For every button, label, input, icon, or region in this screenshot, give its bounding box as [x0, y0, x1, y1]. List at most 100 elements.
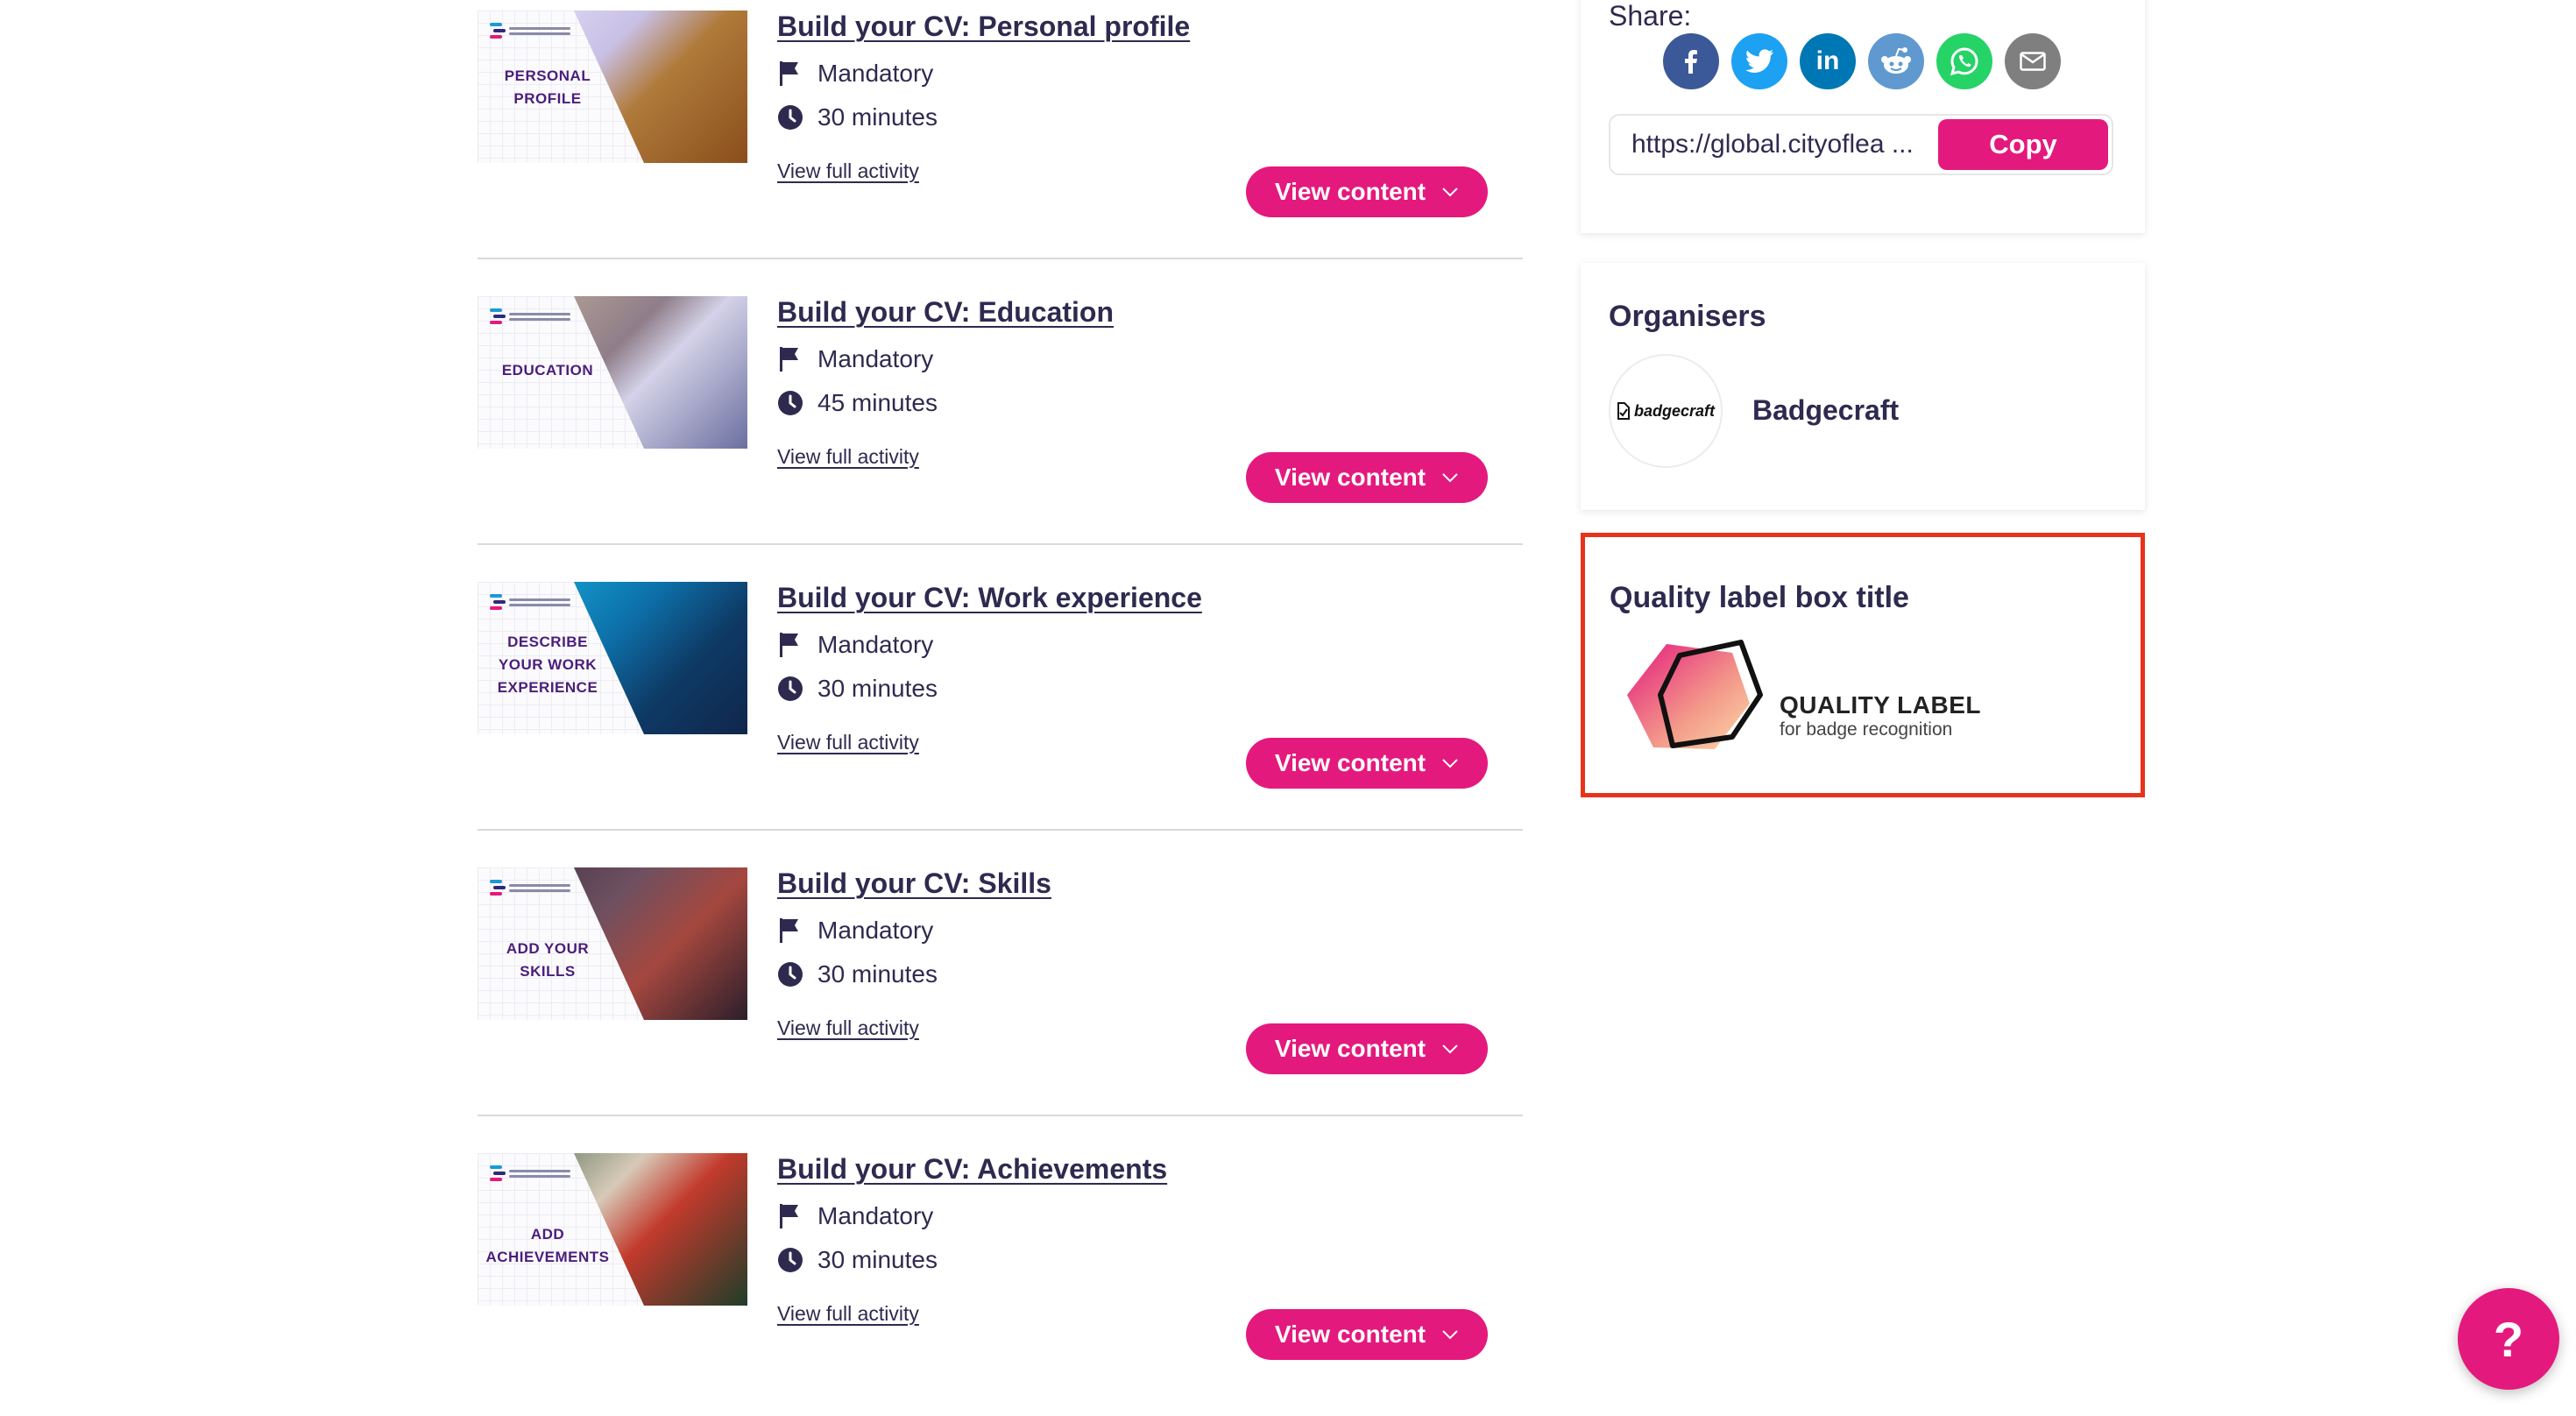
clock-icon	[777, 390, 803, 416]
requirement-text: Mandatory	[817, 60, 934, 87]
share-label: Share:	[1609, 0, 1692, 32]
reddit-icon[interactable]	[1868, 33, 1924, 89]
thumbnail-caption: EDUCATION	[478, 359, 618, 382]
view-content-label: View content	[1274, 178, 1426, 205]
caption-line: EXPERIENCE	[497, 679, 598, 696]
requirement-text: Mandatory	[817, 345, 934, 372]
activity-title-link[interactable]: Build your CV: Skills	[777, 867, 1051, 900]
view-content-label: View content	[1274, 464, 1426, 491]
quality-label-sub: for badge recognition	[1780, 719, 1953, 740]
brand-mark-icon	[490, 1164, 570, 1183]
flag-icon	[777, 60, 803, 87]
requirement-text: Mandatory	[817, 631, 934, 658]
chevron-down-icon	[1442, 1330, 1458, 1340]
brand-mark-icon	[490, 307, 570, 326]
activity-thumbnail: DESCRIBE YOUR WORK EXPERIENCE	[478, 582, 747, 734]
activity-thumbnail: EDUCATION	[478, 296, 747, 449]
organisers-title: Organisers	[1609, 300, 1766, 333]
email-icon[interactable]	[2005, 33, 2061, 89]
duration-row: 30 minutes	[777, 1246, 938, 1274]
view-content-button[interactable]: View content	[1246, 738, 1488, 789]
flag-icon	[777, 346, 803, 372]
thumbnail-caption: DESCRIBE YOUR WORK EXPERIENCE	[478, 631, 618, 699]
organiser-logo[interactable]: badgecraft	[1609, 354, 1723, 468]
quality-label-logo-icon	[1627, 640, 1763, 749]
view-content-button[interactable]: View content	[1246, 1309, 1488, 1360]
caption-line: ADD	[530, 1226, 565, 1243]
share-url-box: https://global.cityoflea ... Copy	[1609, 114, 2113, 175]
organiser-logo-text: badgecraft	[1633, 401, 1716, 420]
help-button[interactable]: ?	[2458, 1288, 2559, 1390]
requirement-text: Mandatory	[817, 917, 934, 944]
duration-text: 30 minutes	[817, 103, 938, 131]
duration-text: 30 minutes	[817, 675, 938, 702]
quality-label-main: QUALITY LABEL	[1780, 691, 1981, 719]
view-content-button[interactable]: View content	[1246, 1023, 1488, 1074]
activity-thumbnail: PERSONAL PROFILE	[478, 11, 747, 163]
view-content-button[interactable]: View content	[1246, 452, 1488, 503]
requirement-row: Mandatory	[777, 631, 933, 659]
clock-icon	[777, 1247, 803, 1273]
copy-button[interactable]: Copy	[1938, 119, 2108, 170]
activity-item: DESCRIBE YOUR WORK EXPERIENCE Build your…	[478, 545, 1523, 831]
activity-list: PERSONAL PROFILE Build your CV: Personal…	[478, 0, 1523, 1402]
organiser-name[interactable]: Badgecraft	[1752, 394, 1899, 427]
twitter-icon[interactable]	[1731, 33, 1787, 89]
facebook-icon[interactable]	[1663, 33, 1719, 89]
activity-item: EDUCATION Build your CV: Education Manda…	[478, 259, 1523, 545]
whatsapp-icon[interactable]	[1936, 33, 1992, 89]
activity-title-link[interactable]: Build your CV: Personal profile	[777, 11, 1190, 43]
view-content-button[interactable]: View content	[1246, 166, 1488, 217]
requirement-row: Mandatory	[777, 1202, 933, 1230]
caption-line: YOUR WORK	[498, 656, 598, 673]
chevron-down-icon	[1442, 1044, 1458, 1054]
duration-row: 30 minutes	[777, 103, 938, 131]
requirement-row: Mandatory	[777, 60, 933, 88]
chevron-down-icon	[1442, 759, 1458, 768]
caption-line: EDUCATION	[501, 362, 594, 379]
view-full-activity-link[interactable]: View full activity	[777, 1302, 919, 1326]
duration-text: 30 minutes	[817, 960, 938, 988]
social-share-icons: in	[1663, 33, 2061, 89]
caption-line: PROFILE	[513, 90, 582, 107]
duration-row: 45 minutes	[777, 389, 938, 417]
flag-icon	[777, 632, 803, 658]
chevron-down-icon	[1442, 188, 1458, 197]
quality-label-title: Quality label box title	[1610, 581, 1909, 614]
activity-thumbnail: ADD ACHIEVEMENTS	[478, 1153, 747, 1306]
duration-row: 30 minutes	[777, 675, 938, 703]
caption-line: ADD YOUR	[506, 940, 590, 957]
view-full-activity-link[interactable]: View full activity	[777, 731, 919, 754]
view-full-activity-link[interactable]: View full activity	[777, 159, 919, 183]
organisers-card: Organisers badgecraft Badgecraft	[1581, 263, 2145, 510]
activity-item: ADD ACHIEVEMENTS Build your CV: Achievem…	[478, 1116, 1523, 1402]
requirement-row: Mandatory	[777, 345, 933, 373]
brand-mark-icon	[490, 592, 570, 612]
flag-icon	[777, 917, 803, 944]
duration-row: 30 minutes	[777, 960, 938, 988]
view-full-activity-link[interactable]: View full activity	[777, 445, 919, 469]
share-card: Share: in https://global.cityoflea ... C…	[1581, 0, 2145, 233]
share-url-input[interactable]: https://global.cityoflea ...	[1631, 130, 1938, 159]
badgecraft-logo-icon	[1617, 402, 1630, 420]
brand-mark-icon	[490, 21, 570, 40]
brand-mark-icon	[490, 878, 570, 897]
requirement-row: Mandatory	[777, 917, 933, 945]
flag-icon	[777, 1203, 803, 1229]
thumbnail-caption: ADD ACHIEVEMENTS	[478, 1223, 618, 1269]
clock-icon	[777, 676, 803, 702]
activity-title-link[interactable]: Build your CV: Education	[777, 296, 1114, 329]
requirement-text: Mandatory	[817, 1202, 934, 1229]
activity-title-link[interactable]: Build your CV: Work experience	[777, 582, 1202, 614]
chevron-down-icon	[1442, 473, 1458, 483]
activity-title-link[interactable]: Build your CV: Achievements	[777, 1153, 1167, 1186]
view-content-label: View content	[1274, 1035, 1426, 1062]
thumbnail-caption: PERSONAL PROFILE	[478, 65, 618, 110]
activity-item: ADD YOUR SKILLS Build your CV: Skills Ma…	[478, 831, 1523, 1116]
linkedin-icon[interactable]: in	[1800, 33, 1856, 89]
view-content-label: View content	[1274, 749, 1426, 776]
activity-item: PERSONAL PROFILE Build your CV: Personal…	[478, 0, 1523, 259]
duration-text: 45 minutes	[817, 389, 938, 416]
view-full-activity-link[interactable]: View full activity	[777, 1016, 919, 1040]
quality-label-text: QUALITY LABEL for badge recognition	[1780, 691, 1981, 740]
